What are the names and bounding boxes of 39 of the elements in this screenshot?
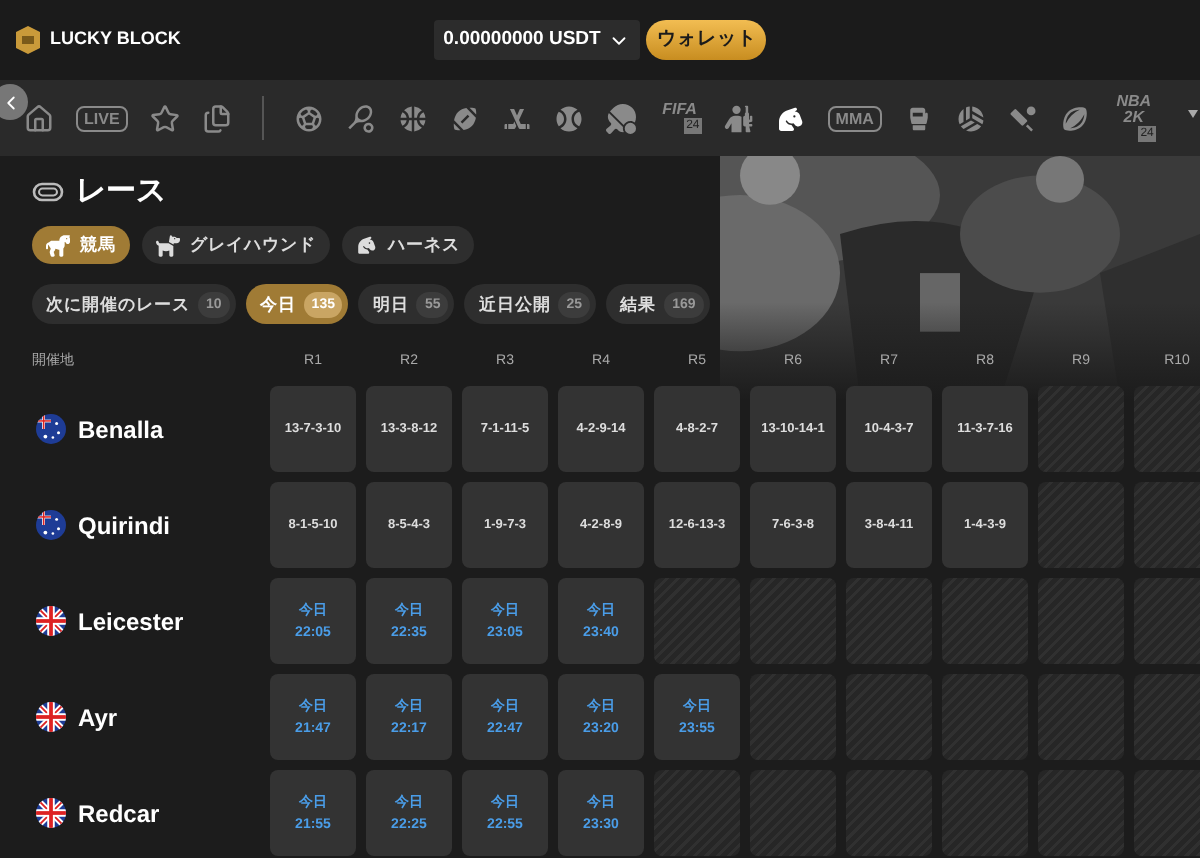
sport-tab[interactable]: LIVE	[76, 105, 128, 131]
horse-head-icon	[356, 234, 378, 256]
caret-icon	[1188, 110, 1198, 118]
sport-tab[interactable]: MMA	[827, 105, 882, 131]
documents-icon	[201, 103, 232, 133]
logo-icon	[12, 24, 44, 56]
venue-name[interactable]: Benalla	[78, 411, 164, 447]
venue-name[interactable]: Ayr	[78, 699, 118, 735]
logo-text: LUCKY BLOCK	[50, 26, 181, 53]
page-title: レース	[76, 171, 166, 212]
venue-name[interactable]: Quirindi	[78, 507, 170, 543]
venue-name[interactable]: Redcar	[78, 795, 160, 831]
hockey-stick-icon	[501, 103, 532, 133]
wallet-button[interactable]: ウォレット	[646, 20, 767, 60]
balance-selector[interactable]: 0.00000000 USDT	[433, 20, 641, 60]
football-icon	[449, 103, 480, 133]
scroll-left-button[interactable]	[0, 84, 28, 120]
cricket-bat-icon	[1007, 103, 1038, 133]
basketball-icon	[397, 103, 428, 133]
australia-flag-icon	[36, 510, 66, 540]
category-tab[interactable]: ハーネス	[342, 226, 474, 264]
horse-icon	[46, 233, 70, 257]
venue-name[interactable]: Leicester	[78, 603, 184, 639]
australia-flag-icon	[36, 414, 66, 444]
star-icon	[149, 103, 180, 133]
race-track-icon	[32, 182, 64, 202]
volleyball-icon	[955, 103, 986, 133]
union-flag-icon	[36, 702, 66, 732]
category-tab[interactable]: 競馬	[32, 226, 130, 264]
soldier-icon	[723, 103, 754, 133]
home-icon	[24, 103, 54, 133]
tennis-racket-icon	[345, 103, 376, 133]
union-flag-icon	[36, 606, 66, 636]
dog-icon	[156, 233, 180, 257]
horse-head-icon	[775, 103, 806, 133]
category-tab[interactable]: グレイハウンド	[142, 226, 330, 264]
table-tennis-icon	[605, 103, 636, 133]
union-flag-icon	[36, 798, 66, 828]
sport-tab[interactable]	[775, 103, 806, 133]
